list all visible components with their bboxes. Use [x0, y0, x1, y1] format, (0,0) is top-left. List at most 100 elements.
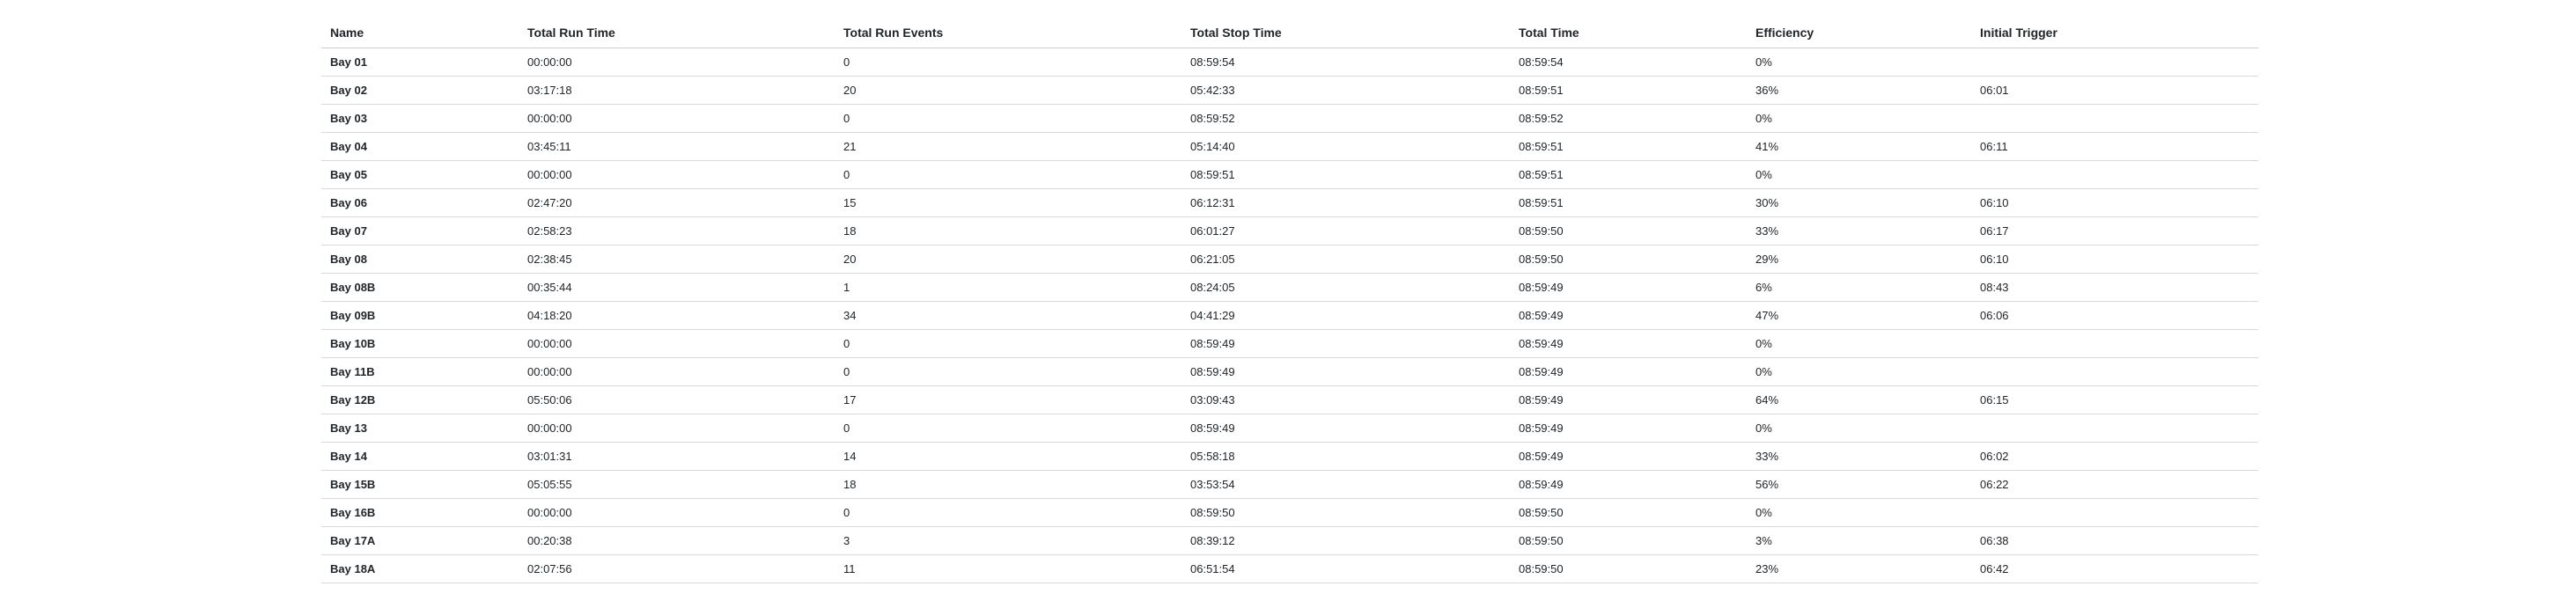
- cell-initial-trigger: 06:38: [1971, 526, 2258, 555]
- cell-total-run-time: 00:00:00: [519, 498, 835, 527]
- cell-total-run-time: 02:47:20: [519, 188, 835, 217]
- cell-total-run-time: 03:01:31: [519, 442, 835, 471]
- cell-total-run-events: 34: [835, 301, 1181, 330]
- cell-total-run-events: 0: [835, 329, 1181, 358]
- cell-name: Bay 18A: [321, 554, 519, 583]
- cell-total-stop-time: 05:58:18: [1181, 442, 1510, 471]
- cell-name: Bay 02: [321, 76, 519, 105]
- cell-total-stop-time: 08:39:12: [1181, 526, 1510, 555]
- cell-efficiency: 0%: [1747, 160, 1971, 189]
- cell-total-stop-time: 03:53:54: [1181, 470, 1510, 499]
- cell-total-stop-time: 05:42:33: [1181, 76, 1510, 105]
- header-name[interactable]: Name: [321, 18, 519, 48]
- cell-total-stop-time: 08:59:52: [1181, 104, 1510, 133]
- cell-total-time: 08:59:50: [1510, 498, 1747, 527]
- cell-total-time: 08:59:51: [1510, 160, 1747, 189]
- table-row[interactable]: Bay 09B 04:18:20 34 04:41:29 08:59:49 47% 06:0…: [321, 301, 2258, 330]
- cell-name: Bay 10B: [321, 329, 519, 358]
- header-total-stop-time[interactable]: Total Stop Time: [1181, 18, 1510, 48]
- cell-total-stop-time: 04:41:29: [1181, 301, 1510, 330]
- cell-total-run-events: 18: [835, 470, 1181, 499]
- table-body: Bay 01 00:00:00 0 08:59:54 08:59:54 0% Bay 02 0…: [321, 48, 2258, 583]
- cell-name: Bay 07: [321, 216, 519, 246]
- cell-initial-trigger: [1971, 329, 2258, 358]
- table-row[interactable]: Bay 14 03:01:31 14 05:58:18 08:59:49 33% 06:02: [321, 442, 2258, 471]
- cell-total-run-events: 21: [835, 132, 1181, 161]
- cell-total-time: 08:59:49: [1510, 357, 1747, 386]
- header-initial-trigger[interactable]: Initial Trigger: [1971, 18, 2258, 48]
- cell-initial-trigger: [1971, 414, 2258, 443]
- cell-total-run-time: 00:00:00: [519, 160, 835, 189]
- cell-total-run-time: 03:17:18: [519, 76, 835, 105]
- cell-total-run-time: 00:00:00: [519, 357, 835, 386]
- cell-total-time: 08:59:51: [1510, 76, 1747, 105]
- cell-total-run-time: 05:50:06: [519, 385, 835, 414]
- cell-initial-trigger: 06:11: [1971, 132, 2258, 161]
- cell-initial-trigger: 06:42: [1971, 554, 2258, 583]
- table-row[interactable]: Bay 05 00:00:00 0 08:59:51 08:59:51 0%: [321, 160, 2258, 189]
- cell-name: Bay 12B: [321, 385, 519, 414]
- cell-name: Bay 15B: [321, 470, 519, 499]
- cell-initial-trigger: [1971, 160, 2258, 189]
- cell-efficiency: 47%: [1747, 301, 1971, 330]
- cell-total-stop-time: 06:01:27: [1181, 216, 1510, 246]
- cell-total-time: 08:59:49: [1510, 442, 1747, 471]
- cell-efficiency: 56%: [1747, 470, 1971, 499]
- header-total-time[interactable]: Total Time: [1510, 18, 1747, 48]
- cell-total-time: 08:59:49: [1510, 273, 1747, 302]
- table-row[interactable]: Bay 02 03:17:18 20 05:42:33 08:59:51 36% 06:01: [321, 76, 2258, 105]
- cell-total-time: 08:59:49: [1510, 414, 1747, 443]
- cell-total-run-time: 04:18:20: [519, 301, 835, 330]
- cell-total-time: 08:59:54: [1510, 48, 1747, 77]
- cell-total-stop-time: 08:59:49: [1181, 357, 1510, 386]
- cell-total-stop-time: 05:14:40: [1181, 132, 1510, 161]
- table-row[interactable]: Bay 08 02:38:45 20 06:21:05 08:59:50 29% 06:10: [321, 245, 2258, 274]
- cell-total-run-events: 11: [835, 554, 1181, 583]
- cell-total-run-time: 03:45:11: [519, 132, 835, 161]
- cell-initial-trigger: [1971, 498, 2258, 527]
- cell-total-stop-time: 08:59:49: [1181, 414, 1510, 443]
- report-table-container: Name Total Run Time Total Run Events Tot…: [321, 18, 2258, 583]
- cell-total-time: 08:59:49: [1510, 301, 1747, 330]
- header-total-run-events[interactable]: Total Run Events: [835, 18, 1181, 48]
- table-row[interactable]: Bay 01 00:00:00 0 08:59:54 08:59:54 0%: [321, 48, 2258, 77]
- table-row[interactable]: Bay 06 02:47:20 15 06:12:31 08:59:51 30% 06:10: [321, 188, 2258, 217]
- table-row[interactable]: Bay 11B 00:00:00 0 08:59:49 08:59:49 0%: [321, 357, 2258, 386]
- header-efficiency[interactable]: Efficiency: [1747, 18, 1971, 48]
- table-row[interactable]: Bay 10B 00:00:00 0 08:59:49 08:59:49 0%: [321, 329, 2258, 358]
- table-row[interactable]: Bay 03 00:00:00 0 08:59:52 08:59:52 0%: [321, 104, 2258, 133]
- header-row: Name Total Run Time Total Run Events Tot…: [321, 18, 2258, 48]
- cell-total-run-events: 0: [835, 104, 1181, 133]
- cell-total-time: 08:59:49: [1510, 329, 1747, 358]
- cell-efficiency: 41%: [1747, 132, 1971, 161]
- table-row[interactable]: Bay 07 02:58:23 18 06:01:27 08:59:50 33% 06:17: [321, 216, 2258, 246]
- cell-efficiency: 3%: [1747, 526, 1971, 555]
- cell-name: Bay 17A: [321, 526, 519, 555]
- cell-initial-trigger: [1971, 104, 2258, 133]
- header-total-run-time[interactable]: Total Run Time: [519, 18, 835, 48]
- cell-initial-trigger: 06:17: [1971, 216, 2258, 246]
- cell-name: Bay 11B: [321, 357, 519, 386]
- cell-total-stop-time: 08:59:49: [1181, 329, 1510, 358]
- table-row[interactable]: Bay 04 03:45:11 21 05:14:40 08:59:51 41% 06:11: [321, 132, 2258, 161]
- cell-initial-trigger: [1971, 48, 2258, 77]
- cell-initial-trigger: 06:02: [1971, 442, 2258, 471]
- table-row[interactable]: Bay 17A 00:20:38 3 08:39:12 08:59:50 3% 06:38: [321, 526, 2258, 555]
- cell-total-run-events: 0: [835, 414, 1181, 443]
- cell-total-run-time: 00:00:00: [519, 48, 835, 77]
- table-row[interactable]: Bay 15B 05:05:55 18 03:53:54 08:59:49 56% 06:2…: [321, 470, 2258, 499]
- table-row[interactable]: Bay 12B 05:50:06 17 03:09:43 08:59:49 64% 06:1…: [321, 385, 2258, 414]
- cell-name: Bay 16B: [321, 498, 519, 527]
- cell-efficiency: 0%: [1747, 104, 1971, 133]
- cell-total-stop-time: 03:09:43: [1181, 385, 1510, 414]
- cell-name: Bay 05: [321, 160, 519, 189]
- cell-total-stop-time: 06:51:54: [1181, 554, 1510, 583]
- table-row[interactable]: Bay 16B 00:00:00 0 08:59:50 08:59:50 0%: [321, 498, 2258, 527]
- cell-total-time: 08:59:50: [1510, 245, 1747, 274]
- table-row[interactable]: Bay 08B 00:35:44 1 08:24:05 08:59:49 6% 08:43: [321, 273, 2258, 302]
- cell-total-stop-time: 08:59:54: [1181, 48, 1510, 77]
- table-row[interactable]: Bay 18A 02:07:56 11 06:51:54 08:59:50 23% 06:4…: [321, 554, 2258, 583]
- cell-name: Bay 01: [321, 48, 519, 77]
- cell-efficiency: 36%: [1747, 76, 1971, 105]
- table-row[interactable]: Bay 13 00:00:00 0 08:59:49 08:59:49 0%: [321, 414, 2258, 443]
